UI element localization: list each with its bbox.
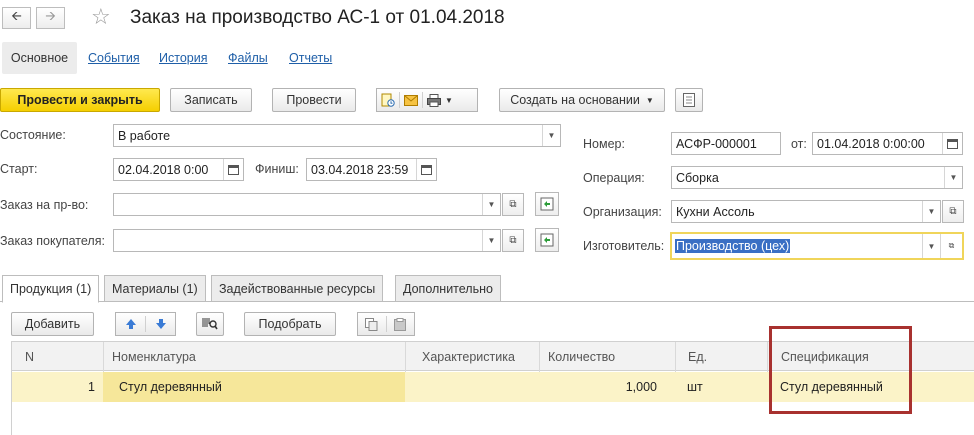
document-icon xyxy=(683,93,695,107)
calendar-icon[interactable] xyxy=(416,159,436,180)
tab-materials[interactable]: Материалы (1) xyxy=(104,275,206,302)
table-left-border xyxy=(11,341,12,435)
row-unit[interactable]: шт xyxy=(675,372,767,402)
fill-customer-order-button[interactable] xyxy=(535,228,559,252)
chevron-down-icon[interactable]: ▼ xyxy=(944,167,962,188)
finish-label: Финиш: xyxy=(255,162,299,176)
document-actions-group: ▼ xyxy=(376,88,478,112)
barcode-search-button[interactable] xyxy=(196,312,224,336)
chevron-down-icon[interactable]: ▼ xyxy=(482,230,500,251)
copy-icon[interactable] xyxy=(358,313,386,335)
add-row-button[interactable]: Добавить xyxy=(11,312,94,336)
post-and-close-button[interactable]: Провести и закрыть xyxy=(0,88,160,112)
report-button[interactable] xyxy=(675,88,703,112)
open-production-order-button[interactable]: ⧉ xyxy=(502,193,524,216)
tab-events[interactable]: События xyxy=(88,51,140,65)
state-label: Состояние: xyxy=(0,128,66,142)
move-buttons-group xyxy=(115,312,176,336)
chevron-down-icon[interactable]: ▼ xyxy=(922,234,940,258)
tab-resources[interactable]: Задействованные ресурсы xyxy=(211,275,384,302)
start-date-field[interactable]: 02.04.2018 0:00 xyxy=(113,158,244,181)
column-header-characteristic[interactable]: Характеристика xyxy=(405,342,539,372)
open-customer-order-button[interactable]: ⧉ xyxy=(502,229,524,252)
chevron-down-icon[interactable]: ▼ xyxy=(922,201,940,222)
back-button[interactable]: 🡨 xyxy=(2,7,31,29)
open-icon: ⧉ xyxy=(949,206,957,217)
save-button[interactable]: Записать xyxy=(170,88,252,112)
row-characteristic[interactable] xyxy=(405,372,539,402)
organization-select[interactable]: Кухни Ассоль ▼ xyxy=(671,200,941,223)
column-header-unit[interactable]: Ед. xyxy=(675,342,767,372)
open-icon: ⧉ xyxy=(509,199,517,210)
arrow-right-icon: 🡪 xyxy=(45,8,56,23)
open-icon[interactable]: ⧉ xyxy=(940,234,962,258)
row-number: 1 xyxy=(88,380,95,394)
chevron-down-icon: ▼ xyxy=(445,95,453,105)
print-icon[interactable]: ▼ xyxy=(423,89,457,111)
tab-reports[interactable]: Отчеты xyxy=(289,51,332,65)
customer-order-select[interactable]: ▼ xyxy=(113,229,501,252)
number-label: Номер: xyxy=(583,137,625,151)
number-field[interactable]: АСФР-000001 xyxy=(671,132,781,155)
customer-order-label: Заказ покупателя: xyxy=(0,234,105,248)
fill-icon xyxy=(540,233,554,247)
pick-button[interactable]: Подобрать xyxy=(244,312,336,336)
calendar-icon[interactable] xyxy=(223,159,243,180)
move-up-icon[interactable] xyxy=(116,313,145,335)
state-select[interactable]: В работе ▼ xyxy=(113,124,561,147)
calendar-icon[interactable] xyxy=(942,133,962,154)
page-title: Заказ на производство АС-1 от 01.04.2018 xyxy=(130,7,505,28)
tab-files[interactable]: Файлы xyxy=(228,51,268,65)
manufacturer-label: Изготовитель: xyxy=(583,239,665,253)
open-organization-button[interactable]: ⧉ xyxy=(942,200,964,223)
create-based-on-button[interactable]: Создать на основании ▼ xyxy=(499,88,665,112)
document-history-icon[interactable] xyxy=(377,89,399,111)
star-icon[interactable]: ☆ xyxy=(91,4,111,30)
barcode-search-icon xyxy=(202,318,218,330)
arrow-left-icon: 🡨 xyxy=(11,8,22,23)
organization-label: Организация: xyxy=(583,205,662,219)
open-icon: ⧉ xyxy=(509,235,517,246)
post-button[interactable]: Провести xyxy=(272,88,356,112)
chevron-down-icon: ▼ xyxy=(645,95,654,105)
fill-icon xyxy=(540,197,554,211)
finish-date-field[interactable]: 03.04.2018 23:59 xyxy=(306,158,437,181)
document-date-field[interactable]: 01.04.2018 0:00:00 xyxy=(812,132,963,155)
create-based-label: Создать на основании xyxy=(510,93,640,107)
start-label: Старт: xyxy=(0,162,38,176)
production-order-select[interactable]: ▼ xyxy=(113,193,501,216)
operation-select[interactable]: Сборка ▼ xyxy=(671,166,963,189)
row-quantity[interactable]: 1,000 xyxy=(539,372,665,402)
operation-label: Операция: xyxy=(583,171,645,185)
row-item[interactable]: Стул деревянный xyxy=(103,372,405,402)
manufacturer-select[interactable]: Производство (цех) ▼ ⧉ xyxy=(670,232,964,260)
fill-production-order-button[interactable] xyxy=(535,192,559,216)
column-header-quantity[interactable]: Количество xyxy=(539,342,675,372)
column-header-item[interactable]: Номенклатура xyxy=(103,342,405,372)
clipboard-group xyxy=(357,312,415,336)
paste-icon[interactable] xyxy=(387,313,415,335)
move-down-icon[interactable] xyxy=(146,313,175,335)
specification-highlight-box xyxy=(769,326,912,414)
manufacturer-value: Производство (цех) xyxy=(675,239,791,253)
tab-main[interactable]: Основное xyxy=(2,42,77,74)
tab-history[interactable]: История xyxy=(159,51,207,65)
tab-products[interactable]: Продукция (1) xyxy=(2,275,100,303)
chevron-down-icon[interactable]: ▼ xyxy=(482,194,500,215)
column-header-n[interactable]: N xyxy=(11,342,103,372)
forward-button[interactable]: 🡪 xyxy=(36,7,65,29)
chevron-down-icon[interactable]: ▼ xyxy=(542,125,560,146)
tab-additional[interactable]: Дополнительно xyxy=(395,275,501,302)
date-from-label: от: xyxy=(791,137,807,151)
production-order-label: Заказ на пр-во: xyxy=(0,198,89,212)
mail-icon[interactable] xyxy=(400,89,422,111)
